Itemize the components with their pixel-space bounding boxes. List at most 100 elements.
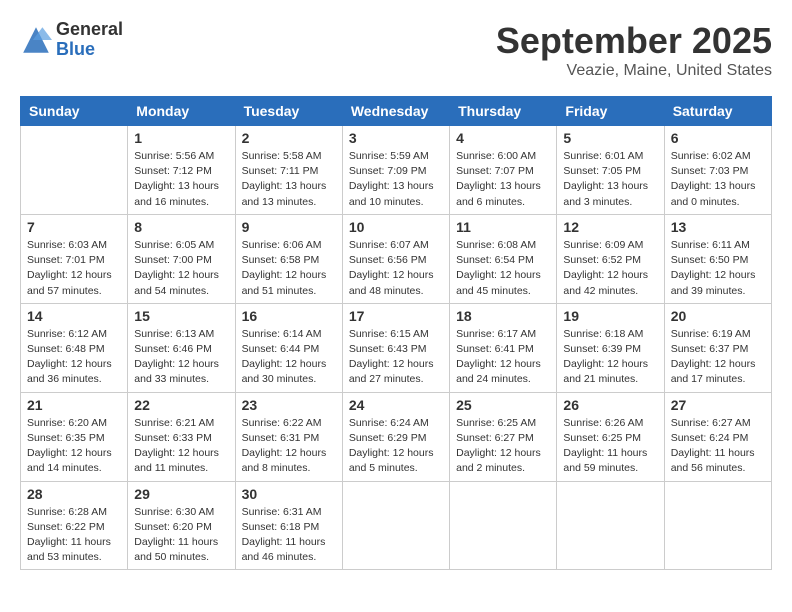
col-wednesday: Wednesday — [342, 97, 449, 126]
table-row — [21, 126, 128, 215]
day-info: Sunrise: 6:02 AMSunset: 7:03 PMDaylight:… — [671, 149, 765, 210]
calendar-header-row: Sunday Monday Tuesday Wednesday Thursday… — [21, 97, 772, 126]
logo-blue: Blue — [56, 40, 123, 60]
day-number: 6 — [671, 130, 765, 146]
table-row: 11Sunrise: 6:08 AMSunset: 6:54 PMDayligh… — [450, 214, 557, 303]
calendar-week-row: 28 Sunrise: 6:28 AMSunset: 6:22 PMDayligh… — [21, 481, 772, 570]
day-number: 24 — [349, 397, 443, 413]
col-thursday: Thursday — [450, 97, 557, 126]
col-monday: Monday — [128, 97, 235, 126]
table-row: 18 Sunrise: 6:17 AMSunset: 6:41 PMDayligh… — [450, 303, 557, 392]
day-number: 2 — [242, 130, 336, 146]
table-row: 16Sunrise: 6:14 AMSunset: 6:44 PMDayligh… — [235, 303, 342, 392]
table-row: 20 Sunrise: 6:19 AMSunset: 6:37 PMDayligh… — [664, 303, 771, 392]
day-info: Sunrise: 6:17 AMSunset: 6:41 PMDaylight:… — [456, 327, 550, 388]
table-row: 8 Sunrise: 6:05 AMSunset: 7:00 PMDaylight… — [128, 214, 235, 303]
day-info: Sunrise: 6:26 AMSunset: 6:25 PMDaylight:… — [563, 416, 657, 477]
day-number: 9 — [242, 219, 336, 235]
day-info: Sunrise: 6:28 AMSunset: 6:22 PMDaylight:… — [27, 505, 121, 566]
day-number: 10 — [349, 219, 443, 235]
table-row: 27 Sunrise: 6:27 AMSunset: 6:24 PMDayligh… — [664, 392, 771, 481]
calendar-week-row: 14 Sunrise: 6:12 AMSunset: 6:48 PMDayligh… — [21, 303, 772, 392]
day-info: Sunrise: 6:21 AMSunset: 6:33 PMDaylight:… — [134, 416, 228, 477]
day-info: Sunrise: 5:56 AMSunset: 7:12 PMDaylight:… — [134, 149, 228, 210]
logo-icon — [20, 24, 52, 56]
day-info: Sunrise: 6:00 AMSunset: 7:07 PMDaylight:… — [456, 149, 550, 210]
table-row: 30 Sunrise: 6:31 AMSunset: 6:18 PMDayligh… — [235, 481, 342, 570]
day-info: Sunrise: 6:07 AMSunset: 6:56 PMDaylight:… — [349, 238, 443, 299]
day-number: 18 — [456, 308, 550, 324]
day-info: Sunrise: 6:31 AMSunset: 6:18 PMDaylight:… — [242, 505, 336, 566]
day-number: 20 — [671, 308, 765, 324]
day-info: Sunrise: 6:12 AMSunset: 6:48 PMDaylight:… — [27, 327, 121, 388]
table-row: 1Sunrise: 5:56 AMSunset: 7:12 PMDaylight… — [128, 126, 235, 215]
month-title: September 2025 — [496, 20, 772, 62]
table-row: 19 Sunrise: 6:18 AMSunset: 6:39 PMDayligh… — [557, 303, 664, 392]
day-number: 13 — [671, 219, 765, 235]
day-number: 5 — [563, 130, 657, 146]
table-row — [557, 481, 664, 570]
title-section: September 2025 Veazie, Maine, United Sta… — [496, 20, 772, 80]
day-number: 29 — [134, 486, 228, 502]
day-number: 11 — [456, 219, 550, 235]
day-number: 28 — [27, 486, 121, 502]
calendar-table: Sunday Monday Tuesday Wednesday Thursday… — [20, 96, 772, 570]
table-row: 28 Sunrise: 6:28 AMSunset: 6:22 PMDayligh… — [21, 481, 128, 570]
day-number: 26 — [563, 397, 657, 413]
day-info: Sunrise: 6:03 AMSunset: 7:01 PMDaylight:… — [27, 238, 121, 299]
calendar-week-row: 21Sunrise: 6:20 AMSunset: 6:35 PMDayligh… — [21, 392, 772, 481]
table-row: 13 Sunrise: 6:11 AMSunset: 6:50 PMDayligh… — [664, 214, 771, 303]
day-info: Sunrise: 6:06 AMSunset: 6:58 PMDaylight:… — [242, 238, 336, 299]
col-friday: Friday — [557, 97, 664, 126]
day-info: Sunrise: 6:24 AMSunset: 6:29 PMDaylight:… — [349, 416, 443, 477]
day-number: 25 — [456, 397, 550, 413]
day-number: 15 — [134, 308, 228, 324]
day-info: Sunrise: 6:30 AMSunset: 6:20 PMDaylight:… — [134, 505, 228, 566]
day-number: 30 — [242, 486, 336, 502]
col-saturday: Saturday — [664, 97, 771, 126]
table-row — [342, 481, 449, 570]
day-number: 14 — [27, 308, 121, 324]
table-row: 7Sunrise: 6:03 AMSunset: 7:01 PMDaylight… — [21, 214, 128, 303]
day-info: Sunrise: 6:27 AMSunset: 6:24 PMDaylight:… — [671, 416, 765, 477]
col-sunday: Sunday — [21, 97, 128, 126]
table-row: 26 Sunrise: 6:26 AMSunset: 6:25 PMDayligh… — [557, 392, 664, 481]
day-number: 8 — [134, 219, 228, 235]
table-row: 5 Sunrise: 6:01 AMSunset: 7:05 PMDaylight… — [557, 126, 664, 215]
day-info: Sunrise: 6:19 AMSunset: 6:37 PMDaylight:… — [671, 327, 765, 388]
table-row: 10 Sunrise: 6:07 AMSunset: 6:56 PMDayligh… — [342, 214, 449, 303]
table-row — [450, 481, 557, 570]
day-info: Sunrise: 6:25 AMSunset: 6:27 PMDaylight:… — [456, 416, 550, 477]
table-row: 22 Sunrise: 6:21 AMSunset: 6:33 PMDayligh… — [128, 392, 235, 481]
day-info: Sunrise: 5:59 AMSunset: 7:09 PMDaylight:… — [349, 149, 443, 210]
calendar-week-row: 1Sunrise: 5:56 AMSunset: 7:12 PMDaylight… — [21, 126, 772, 215]
calendar-week-row: 7Sunrise: 6:03 AMSunset: 7:01 PMDaylight… — [21, 214, 772, 303]
table-row: 14 Sunrise: 6:12 AMSunset: 6:48 PMDayligh… — [21, 303, 128, 392]
day-info: Sunrise: 6:22 AMSunset: 6:31 PMDaylight:… — [242, 416, 336, 477]
day-info: Sunrise: 6:05 AMSunset: 7:00 PMDaylight:… — [134, 238, 228, 299]
day-info: Sunrise: 6:11 AMSunset: 6:50 PMDaylight:… — [671, 238, 765, 299]
day-number: 4 — [456, 130, 550, 146]
day-number: 19 — [563, 308, 657, 324]
day-number: 22 — [134, 397, 228, 413]
day-info: Sunrise: 6:14 AMSunset: 6:44 PMDaylight:… — [242, 327, 336, 388]
table-row: 12Sunrise: 6:09 AMSunset: 6:52 PMDayligh… — [557, 214, 664, 303]
table-row: 25 Sunrise: 6:25 AMSunset: 6:27 PMDayligh… — [450, 392, 557, 481]
day-number: 27 — [671, 397, 765, 413]
location: Veazie, Maine, United States — [496, 62, 772, 80]
col-tuesday: Tuesday — [235, 97, 342, 126]
table-row: 4 Sunrise: 6:00 AMSunset: 7:07 PMDaylight… — [450, 126, 557, 215]
table-row: 17 Sunrise: 6:15 AMSunset: 6:43 PMDayligh… — [342, 303, 449, 392]
logo: General Blue — [20, 20, 123, 60]
day-number: 17 — [349, 308, 443, 324]
day-info: Sunrise: 6:13 AMSunset: 6:46 PMDaylight:… — [134, 327, 228, 388]
logo-general: General — [56, 20, 123, 40]
day-info: Sunrise: 6:15 AMSunset: 6:43 PMDaylight:… — [349, 327, 443, 388]
table-row: 9 Sunrise: 6:06 AMSunset: 6:58 PMDaylight… — [235, 214, 342, 303]
day-info: Sunrise: 6:01 AMSunset: 7:05 PMDaylight:… — [563, 149, 657, 210]
day-number: 12 — [563, 219, 657, 235]
table-row: 29 Sunrise: 6:30 AMSunset: 6:20 PMDayligh… — [128, 481, 235, 570]
logo-text: General Blue — [56, 20, 123, 60]
table-row: 6 Sunrise: 6:02 AMSunset: 7:03 PMDaylight… — [664, 126, 771, 215]
day-info: Sunrise: 6:18 AMSunset: 6:39 PMDaylight:… — [563, 327, 657, 388]
